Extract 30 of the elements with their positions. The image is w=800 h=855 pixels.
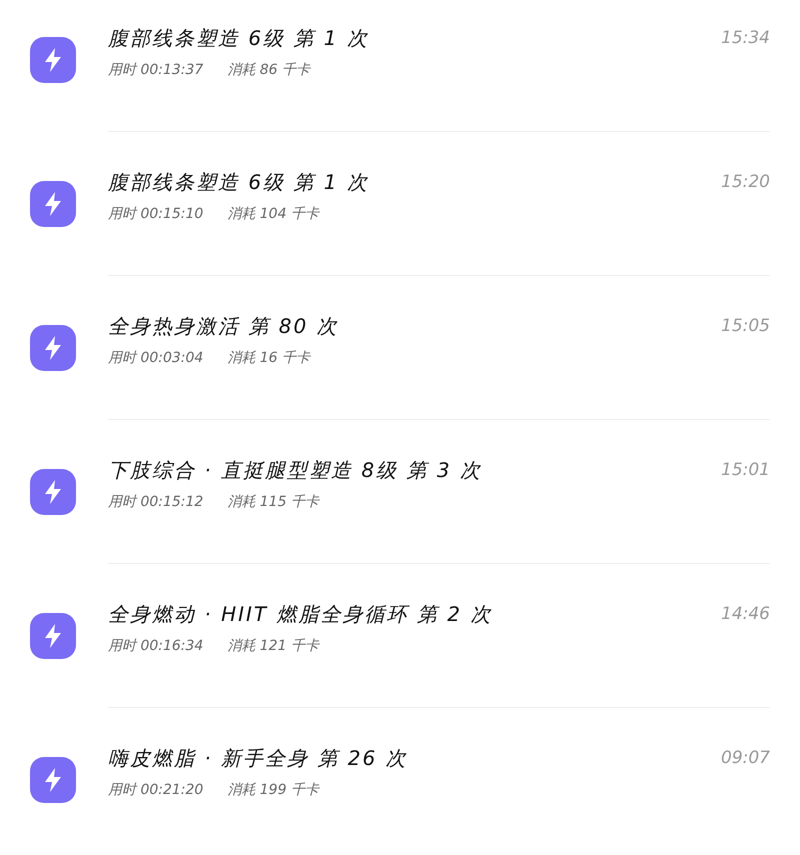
workout-title: 全身燃动 · HIIT 燃脂全身循环 第 2 次 [108,601,492,628]
calories-text: 消耗 121 千卡 [227,637,319,656]
workout-title: 全身热身激活 第 80 次 [108,313,339,340]
duration-text: 用时 00:03:04 [108,349,204,368]
time-text: 15:34 [721,27,770,50]
calories-text: 消耗 16 千卡 [227,349,310,368]
workout-title: 嗨皮燃脂 · 新手全身 第 26 次 [108,745,408,772]
duration-text: 用时 00:21:20 [108,781,204,800]
lightning-icon [30,37,76,83]
workout-title: 腹部线条塑造 6级 第 1 次 [108,25,369,52]
lightning-icon [30,757,76,803]
calories-text: 消耗 199 千卡 [227,781,319,800]
lightning-icon [30,325,76,371]
time-text: 14:46 [721,603,770,626]
workout-title: 下肢综合 · 直挺腿型塑造 8级 第 3 次 [108,457,482,484]
time-text: 09:07 [721,747,770,770]
lightning-icon [30,181,76,227]
calories-text: 消耗 104 千卡 [227,205,319,224]
duration-text: 用时 00:16:34 [108,637,204,656]
time-text: 15:05 [721,315,770,338]
workout-title: 腹部线条塑造 6级 第 1 次 [108,169,369,196]
duration-text: 用时 00:15:10 [108,205,204,224]
calories-text: 消耗 115 千卡 [227,493,319,512]
time-text: 15:01 [721,459,770,482]
duration-text: 用时 00:15:12 [108,493,204,512]
duration-text: 用时 00:13:37 [108,61,204,80]
time-text: 15:20 [721,171,770,194]
lightning-icon [30,613,76,659]
calories-text: 消耗 86 千卡 [227,61,310,80]
lightning-icon [30,469,76,515]
